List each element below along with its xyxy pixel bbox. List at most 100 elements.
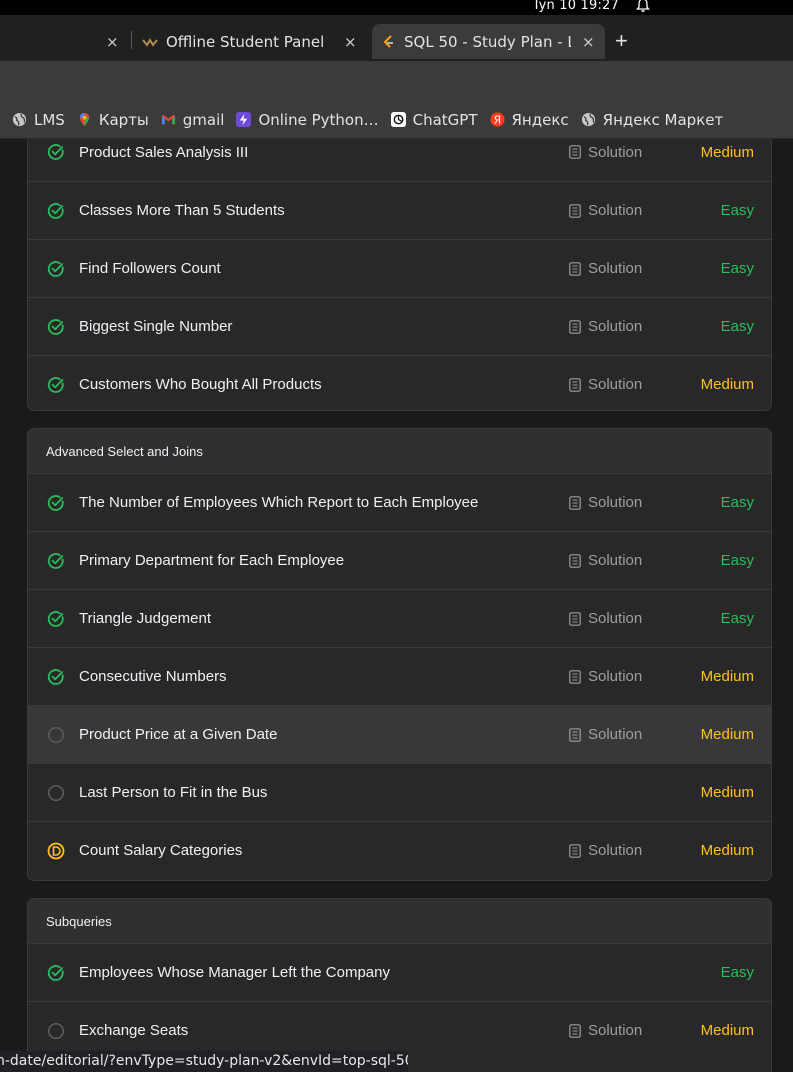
solution-link[interactable]: Solution: [569, 552, 642, 569]
problem-row[interactable]: Triangle Judgement Solution Easy: [28, 589, 771, 647]
solution-link[interactable]: Solution: [569, 1022, 642, 1039]
problem-row[interactable]: Product Price at a Given Date Solution Med…: [28, 705, 771, 763]
solution-label: Solution: [588, 376, 643, 393]
solution-label: Solution: [588, 202, 643, 219]
document-icon: [569, 1023, 581, 1038]
difficulty-badge: Medium: [700, 668, 754, 685]
difficulty-badge: Medium: [700, 376, 754, 393]
problem-row[interactable]: Customers Who Bought All Products Solutio…: [28, 355, 771, 410]
status-url: n-date/editorial/?envType=study-plan-v2&…: [0, 1053, 408, 1069]
problem-title-link[interactable]: Employees Whose Manager Left the Company: [79, 964, 390, 981]
bookmark-maps[interactable]: Карты: [77, 111, 149, 129]
unsolved-circle-icon: [47, 784, 65, 801]
problem-row[interactable]: Primary Department for Each Employee Solu…: [28, 531, 771, 589]
problem-row[interactable]: Employees Whose Manager Left the Company…: [28, 943, 771, 1001]
solved-check-icon: [47, 964, 64, 981]
solution-link[interactable]: Solution: [569, 726, 642, 743]
bookmark-label: Карты: [98, 110, 149, 129]
tab-title: SQL 50 - Study Plan - Lee: [404, 32, 571, 51]
tab-divider: [131, 31, 132, 49]
difficulty-badge: Medium: [700, 1022, 754, 1039]
tab-favicon-icon: [142, 37, 158, 47]
solved-check-icon: [47, 318, 64, 335]
solution-label: Solution: [588, 668, 643, 685]
solution-link[interactable]: Solution: [569, 668, 642, 685]
bookmark-lms[interactable]: LMS: [12, 111, 65, 129]
solution-link[interactable]: Solution: [569, 842, 642, 859]
problem-title-link[interactable]: Product Sales Analysis III: [79, 144, 248, 161]
problem-row[interactable]: Classes More Than 5 Students Solution Easy: [28, 181, 771, 239]
problem-title-link[interactable]: The Number of Employees Which Report to …: [79, 494, 478, 511]
document-icon: [569, 319, 581, 334]
solution-label: Solution: [588, 318, 643, 335]
solution-link[interactable]: Solution: [569, 376, 642, 393]
close-icon[interactable]: ×: [344, 33, 357, 51]
problem-title-link[interactable]: Last Person to Fit in the Bus: [79, 784, 267, 801]
problem-title-link[interactable]: Count Salary Categories: [79, 842, 242, 859]
status-url-bar: n-date/editorial/?envType=study-plan-v2&…: [0, 1051, 408, 1072]
solution-label: Solution: [588, 143, 643, 161]
solution-label: Solution: [588, 260, 643, 277]
solution-link[interactable]: Solution: [569, 202, 642, 219]
problem-row[interactable]: Count Salary Categories Solution Medium: [28, 821, 771, 879]
document-icon: [569, 203, 581, 218]
study-plan-content: Product Sales Analysis III Solution Medium…: [0, 139, 793, 1072]
problem-title-link[interactable]: Triangle Judgement: [79, 610, 211, 627]
document-icon: [569, 377, 581, 392]
new-tab-button[interactable]: +: [615, 28, 628, 54]
bolt-icon: [236, 112, 252, 127]
bookmark-label: Online Python…: [258, 110, 379, 129]
solution-link[interactable]: Solution: [569, 260, 642, 277]
difficulty-badge: Easy: [720, 202, 754, 219]
problem-title-link[interactable]: Customers Who Bought All Products: [79, 376, 322, 393]
solution-link[interactable]: Solution: [569, 144, 642, 161]
chatgpt-icon: [390, 112, 406, 127]
problem-title-link[interactable]: Primary Department for Each Employee: [79, 552, 344, 569]
problem-row[interactable]: Product Sales Analysis III Solution Medium: [28, 139, 771, 181]
bell-icon[interactable]: [635, 0, 651, 13]
document-icon: [569, 843, 581, 858]
bookmark-yandex-market[interactable]: Яндекс Маркет: [581, 111, 723, 129]
solution-label: Solution: [588, 842, 643, 859]
problem-title-link[interactable]: Biggest Single Number: [79, 318, 232, 335]
problem-row[interactable]: The Number of Employees Which Report to …: [28, 473, 771, 531]
document-icon: [569, 553, 581, 568]
address-toolbar: [0, 61, 793, 101]
document-icon: [569, 727, 581, 742]
problem-title-link[interactable]: Consecutive Numbers: [79, 668, 227, 685]
globe-icon: [12, 112, 27, 127]
solved-check-icon: [47, 552, 64, 569]
close-icon[interactable]: ×: [582, 33, 595, 51]
tab-previous[interactable]: ×: [0, 24, 125, 59]
document-icon: [569, 495, 581, 510]
problem-title-link[interactable]: Product Price at a Given Date: [79, 726, 277, 743]
maps-icon: [79, 112, 90, 127]
document-icon: [569, 145, 581, 159]
bookmark-label: LMS: [34, 110, 65, 129]
solution-link[interactable]: Solution: [569, 610, 642, 627]
solved-check-icon: [47, 376, 64, 393]
difficulty-badge: Medium: [700, 143, 754, 161]
bookmark-gmail[interactable]: gmail: [161, 111, 224, 129]
clock[interactable]: Іyn 10 19:27: [535, 0, 619, 13]
problem-row[interactable]: Consecutive Numbers Solution Medium: [28, 647, 771, 705]
problem-title-link[interactable]: Exchange Seats: [79, 1022, 188, 1039]
globe-icon: [581, 112, 595, 127]
os-top-bar: Іyn 10 19:27: [0, 0, 793, 15]
solution-link[interactable]: Solution: [569, 318, 642, 335]
problem-title-link[interactable]: Find Followers Count: [79, 260, 221, 277]
solution-link[interactable]: Solution: [569, 494, 642, 511]
close-icon[interactable]: ×: [106, 33, 119, 51]
problem-row[interactable]: Find Followers Count Solution Easy: [28, 239, 771, 297]
bookmark-chatgpt[interactable]: ChatGPT: [390, 111, 478, 129]
problem-row[interactable]: Last Person to Fit in the Bus Medium: [28, 763, 771, 821]
bookmark-online-python[interactable]: Online Python…: [236, 110, 379, 129]
solution-label: Solution: [588, 610, 643, 627]
problem-title-link[interactable]: Classes More Than 5 Students: [79, 202, 285, 219]
document-icon: [569, 669, 581, 684]
difficulty-badge: Medium: [700, 842, 754, 859]
tab-offline-student-panel[interactable]: Offline Student Panel ×: [138, 24, 364, 59]
bookmark-yandex[interactable]: Я Яндекс: [489, 111, 569, 129]
tab-sql-50[interactable]: SQL 50 - Study Plan - Lee ×: [372, 24, 605, 59]
problem-row[interactable]: Biggest Single Number Solution Easy: [28, 297, 771, 355]
